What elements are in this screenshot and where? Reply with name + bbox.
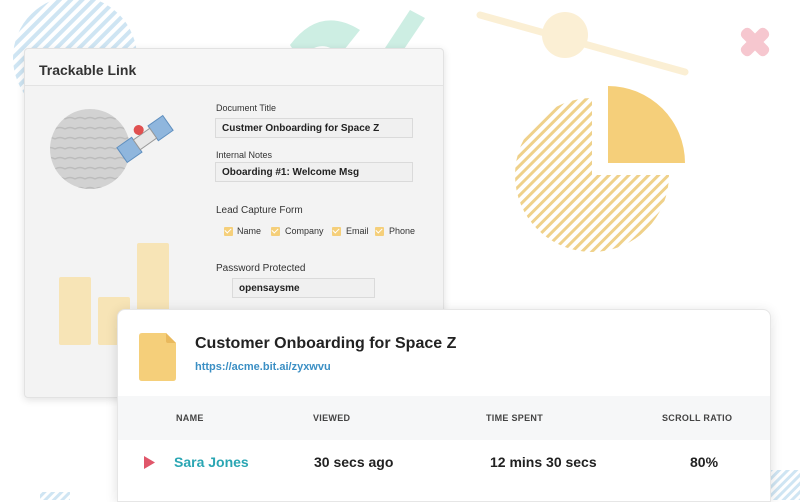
document-title-label: Document Title — [216, 103, 277, 113]
password-field[interactable]: opensaysme — [232, 278, 375, 298]
time-spent-value: 12 mins 30 secs — [490, 454, 597, 470]
document-icon — [139, 333, 176, 381]
satellite-planet-illustration — [50, 109, 174, 189]
scroll-ratio-value: 80% — [690, 454, 719, 470]
lead-capture-label: Lead Capture Form — [216, 205, 303, 216]
decor-pink-cross — [740, 27, 770, 57]
column-header-time-spent: TIME SPENT — [486, 413, 544, 423]
phone-checkbox-label: Phone — [389, 226, 416, 236]
document-title: Customer Onboarding for Space Z — [195, 335, 457, 352]
decor-bar-1 — [59, 277, 91, 345]
email-checkbox[interactable] — [332, 227, 341, 236]
column-header-scroll-ratio: SCROLL RATIO — [662, 413, 733, 423]
decor-bottom-stripes — [770, 470, 800, 500]
pie-slice-highlight — [608, 86, 685, 163]
document-link[interactable]: https://acme.bit.ai/zyxwvu — [195, 361, 331, 373]
email-checkbox-label: Email — [346, 226, 369, 236]
viewer-name[interactable]: Sara Jones — [174, 454, 249, 470]
column-header-name: NAME — [176, 413, 204, 423]
pie-chart — [515, 86, 685, 252]
decor-yellow-circle — [542, 12, 588, 58]
internal-notes-label: Internal Notes — [216, 150, 273, 160]
internal-notes-field[interactable]: Oboarding #1: Welcome Msg — [215, 162, 413, 182]
viewed-value: 30 secs ago — [314, 454, 394, 470]
card-title: Trackable Link — [39, 62, 137, 78]
phone-checkbox[interactable] — [375, 227, 384, 236]
play-icon[interactable] — [144, 456, 155, 469]
name-checkbox-label: Name — [237, 226, 262, 236]
company-checkbox[interactable] — [271, 227, 280, 236]
company-checkbox-label: Company — [285, 226, 324, 236]
password-label: Password Protected — [216, 263, 306, 274]
decor-bottom-left-stripes — [40, 492, 70, 500]
document-title-field[interactable]: Custmer Onboarding for Space Z — [215, 118, 413, 138]
name-checkbox[interactable] — [224, 227, 233, 236]
document-analytics-card: Customer Onboarding for Space Z https://… — [117, 309, 771, 502]
column-header-viewed: VIEWED — [313, 413, 351, 423]
